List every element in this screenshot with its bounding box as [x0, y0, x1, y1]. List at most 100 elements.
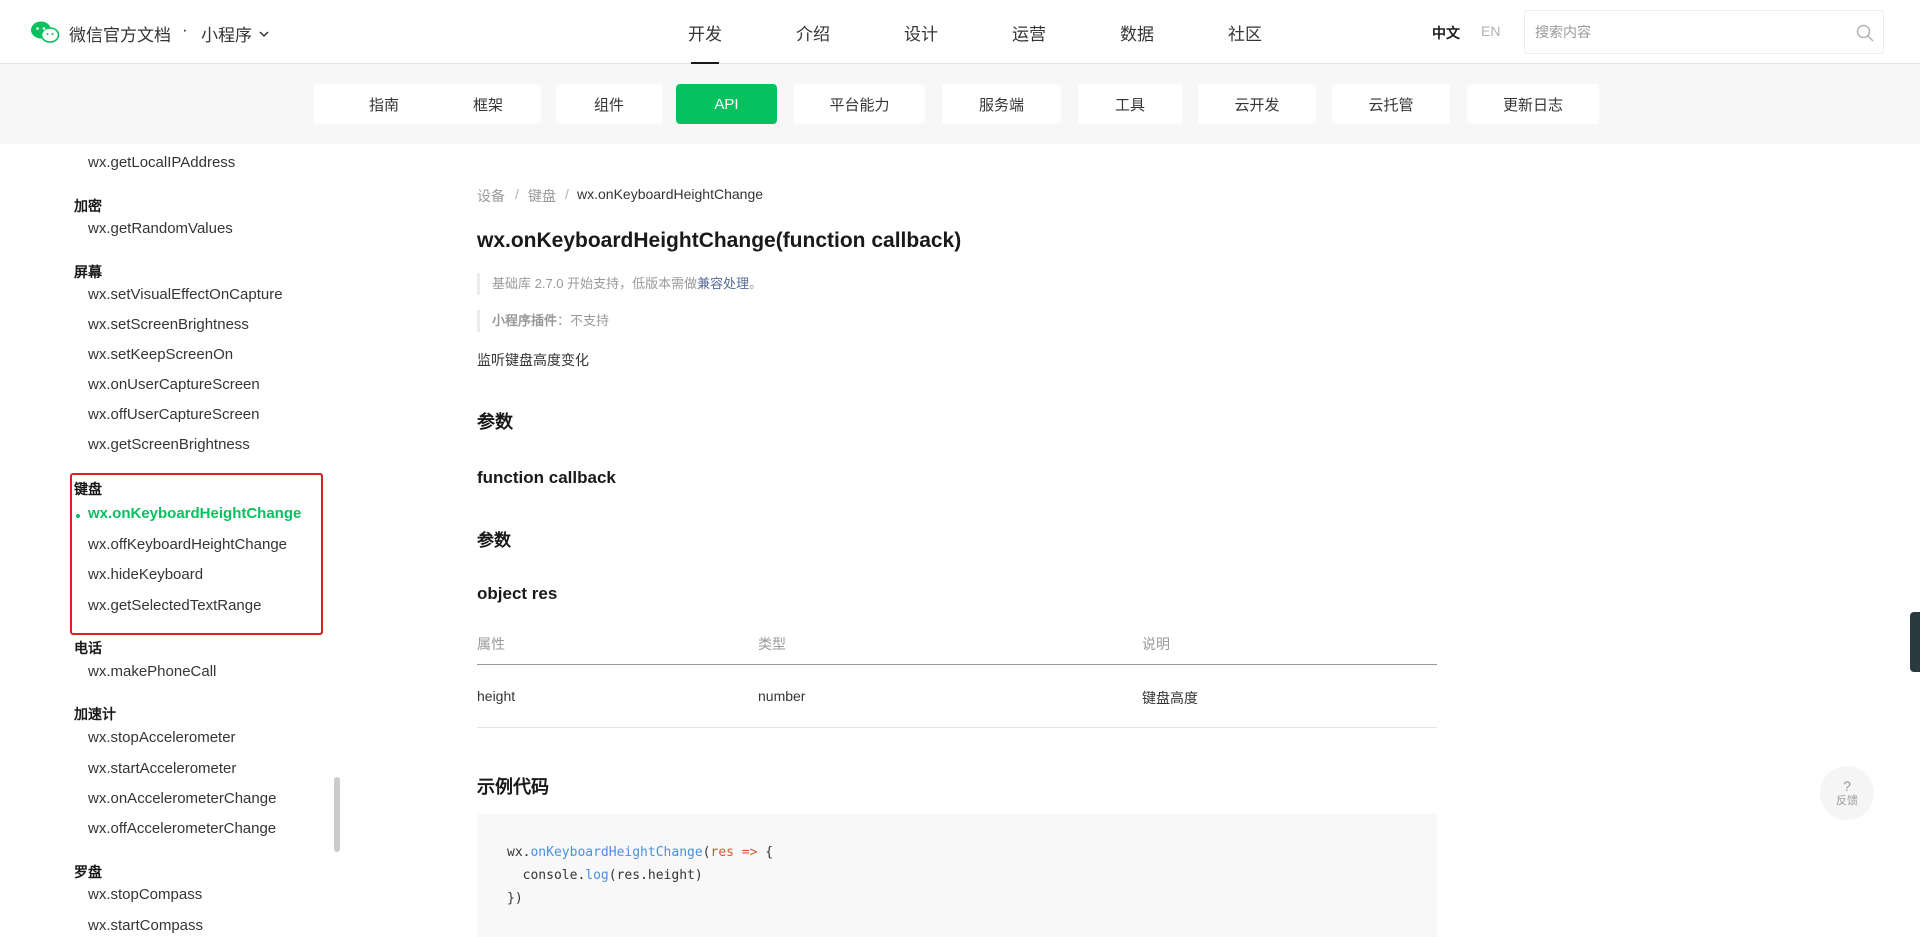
- brand-title[interactable]: 微信官方文档: [69, 21, 171, 46]
- wechat-logo-icon[interactable]: [30, 20, 60, 44]
- sidebar-item[interactable]: wx.getSelectedTextRange: [88, 597, 261, 614]
- category-cloud-hosting[interactable]: 云托管: [1332, 84, 1450, 124]
- breadcrumb-device[interactable]: 设备: [477, 186, 505, 206]
- product-label: 小程序: [201, 26, 252, 45]
- code-token: res: [710, 845, 734, 860]
- category-changelog[interactable]: 更新日志: [1467, 84, 1599, 124]
- sidebar-item[interactable]: wx.stopCompass: [88, 886, 202, 903]
- top-navbar: 微信官方文档 · 小程序 开发 介绍 设计 运营 数据 社区 中文 EN: [0, 0, 1920, 64]
- sidebar-item[interactable]: wx.getRandomValues: [88, 220, 233, 237]
- sidebar-item[interactable]: wx.setScreenBrightness: [88, 316, 249, 333]
- params-subheading: 参数: [477, 531, 511, 550]
- code-token: (: [702, 845, 711, 860]
- sidebar-group-title: 电话: [74, 640, 102, 656]
- lang-zh-link[interactable]: 中文: [1432, 23, 1460, 43]
- support-suffix: 。: [749, 276, 763, 291]
- sidebar-item[interactable]: wx.offKeyboardHeightChange: [88, 536, 287, 553]
- sidebar-group-title: 加速计: [74, 706, 116, 722]
- table-header-desc: 说明: [1142, 636, 1170, 652]
- code-line: wx.onKeyboardHeightChange(res => {: [507, 845, 773, 860]
- category-framework[interactable]: 框架: [435, 84, 541, 124]
- page-title: wx.onKeyboardHeightChange(function callb…: [477, 229, 962, 252]
- search-input[interactable]: [1525, 11, 1845, 53]
- plugin-note: 小程序插件：不支持: [477, 310, 609, 332]
- category-api[interactable]: API: [676, 84, 777, 124]
- api-sidebar: wx.getLocalIPAddress 加密 wx.getRandomValu…: [0, 144, 334, 937]
- sidebar-item[interactable]: wx.getLocalIPAddress: [88, 154, 235, 171]
- chevron-down-icon: [259, 30, 269, 37]
- api-description: 监听键盘高度变化: [477, 352, 589, 368]
- support-text: 基础库 2.7.0 开始支持，低版本需做: [492, 276, 698, 291]
- breadcrumb-current: wx.onKeyboardHeightChange: [577, 186, 764, 202]
- product-switcher[interactable]: 小程序: [201, 21, 270, 46]
- sidebar-item[interactable]: wx.offAccelerometerChange: [88, 820, 276, 837]
- code-line: console.log(res.height): [507, 868, 703, 883]
- table-header-divider: [477, 664, 1437, 665]
- side-edge-tab[interactable]: [1910, 612, 1920, 672]
- code-token: {: [765, 845, 774, 860]
- sidebar-item[interactable]: wx.onUserCaptureScreen: [88, 376, 260, 393]
- category-component[interactable]: 组件: [556, 84, 662, 124]
- params-heading: 参数: [477, 412, 513, 432]
- search-icon[interactable]: [1856, 24, 1874, 42]
- category-cloud-dev[interactable]: 云开发: [1198, 84, 1316, 124]
- breadcrumb-separator: /: [515, 186, 519, 202]
- feedback-button[interactable]: ? 反馈: [1820, 766, 1874, 820]
- code-token: (res.height): [608, 868, 703, 883]
- category-platform[interactable]: 平台能力: [794, 84, 925, 124]
- code-token: log: [585, 868, 609, 883]
- help-icon: ?: [1843, 778, 1851, 794]
- plugin-value: ：不支持: [557, 313, 610, 328]
- table-cell: 键盘高度: [1142, 690, 1198, 706]
- category-bar: 指南 框架 组件 API 平台能力 服务端 工具 云开发 云托管 更新日志: [0, 64, 1920, 144]
- sidebar-item[interactable]: wx.setKeepScreenOn: [88, 346, 233, 363]
- nav-data[interactable]: 数据: [1083, 0, 1191, 64]
- sidebar-item-active[interactable]: wx.onKeyboardHeightChange: [88, 505, 301, 522]
- object-heading: object res: [477, 584, 558, 603]
- table-row-divider: [477, 727, 1437, 728]
- nav-intro[interactable]: 介绍: [759, 0, 867, 64]
- nav-community[interactable]: 社区: [1191, 0, 1299, 64]
- nav-operate[interactable]: 运营: [975, 0, 1083, 64]
- nav-develop[interactable]: 开发: [651, 0, 759, 64]
- code-token: =>: [733, 845, 766, 860]
- breadcrumb-separator: /: [565, 186, 569, 202]
- sidebar-item[interactable]: wx.hideKeyboard: [88, 566, 203, 583]
- category-guide[interactable]: 指南: [314, 84, 454, 124]
- sidebar-group-title: 加密: [74, 198, 102, 214]
- example-heading: 示例代码: [477, 777, 549, 797]
- lang-en-link[interactable]: EN: [1481, 23, 1500, 39]
- sidebar-item[interactable]: wx.startCompass: [88, 917, 203, 934]
- table-header-type: 类型: [758, 636, 786, 652]
- category-tools[interactable]: 工具: [1078, 84, 1182, 124]
- sidebar-item[interactable]: wx.startAccelerometer: [88, 760, 236, 777]
- sidebar-item[interactable]: wx.offUserCaptureScreen: [88, 406, 259, 423]
- sidebar-item[interactable]: wx.getScreenBrightness: [88, 436, 250, 453]
- category-server[interactable]: 服务端: [942, 84, 1061, 124]
- code-line: }): [507, 891, 523, 906]
- sidebar-group-title: 键盘: [74, 481, 102, 497]
- sidebar-item[interactable]: wx.makePhoneCall: [88, 663, 216, 680]
- table-cell: number: [758, 688, 806, 704]
- sidebar-item[interactable]: wx.onAccelerometerChange: [88, 790, 276, 807]
- search-box: [1524, 10, 1884, 54]
- feedback-label: 反馈: [1836, 795, 1858, 807]
- breadcrumb-keyboard[interactable]: 键盘: [528, 186, 556, 206]
- sidebar-group-title: 屏幕: [74, 264, 102, 280]
- plugin-label: 小程序插件: [492, 313, 558, 328]
- sidebar-item[interactable]: wx.setVisualEffectOnCapture: [88, 286, 283, 303]
- code-token: console.: [507, 868, 586, 883]
- main-nav: 开发 介绍 设计 运营 数据 社区: [651, 0, 1299, 64]
- code-token: wx.: [507, 845, 531, 860]
- code-block[interactable]: wx.onKeyboardHeightChange(res => { conso…: [477, 814, 1437, 937]
- code-token: onKeyboardHeightChange: [530, 845, 703, 860]
- compat-link[interactable]: 兼容处理: [697, 276, 749, 291]
- sidebar-scrollbar[interactable]: [334, 777, 340, 852]
- support-note: 基础库 2.7.0 开始支持，低版本需做兼容处理。: [477, 273, 762, 295]
- sidebar-group-title: 罗盘: [74, 864, 102, 880]
- brand-separator: ·: [182, 20, 188, 39]
- sidebar-item[interactable]: wx.stopAccelerometer: [88, 729, 236, 746]
- table-cell: height: [477, 688, 516, 704]
- table-header-property: 属性: [477, 636, 505, 652]
- nav-design[interactable]: 设计: [867, 0, 975, 64]
